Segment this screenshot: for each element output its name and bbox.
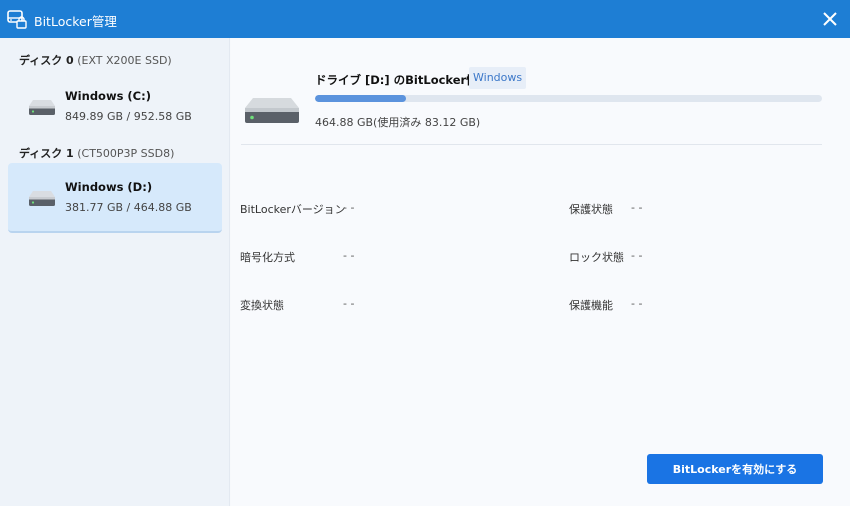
prop-label-conversion-status: 変換状態 [240,299,284,312]
drive-name: Windows (D:) [65,180,153,194]
prop-value-version: - - [343,201,355,214]
divider [241,144,822,145]
title-bar: BitLocker管理 [0,0,850,38]
enable-bitlocker-button[interactable]: BitLockerを有効にする [647,454,823,484]
prop-value-conversion-status: - - [343,297,355,310]
prop-value-protectors: - - [631,297,643,310]
disk-model: (EXT X200E SSD) [77,54,172,67]
drive-size: 381.77 GB / 464.88 GB [65,201,192,214]
drive-lock-icon [7,10,27,29]
prop-value-encryption-method: - - [343,249,355,262]
drive-name: Windows (C:) [65,89,151,103]
prop-value-protection-status: - - [631,201,643,214]
disk-label: ディスク 0 [19,54,74,67]
close-icon[interactable] [818,7,842,31]
prop-label-protectors: 保護機能 [569,299,613,312]
disk-sidebar: ディスク 0 (EXT X200E SSD) Windows (C:) 849.… [0,38,230,506]
usage-progress-fill [315,95,406,102]
disk-label: ディスク 1 [19,147,74,160]
drive-item-c[interactable]: Windows (C:) 849.89 GB / 952.58 GB [8,72,222,142]
prop-label-lock-status: ロック状態 [569,251,624,264]
drive-size: 849.89 GB / 952.58 GB [65,110,192,123]
drive-icon [29,191,55,206]
drive-info-title: ドライブ [D:] のBitLocker情報 [315,73,490,87]
drive-icon [245,98,299,123]
bitlocker-info-panel: ドライブ [D:] のBitLocker情報 Windows 464.88 GB… [231,38,850,506]
window-title: BitLocker管理 [34,14,117,29]
prop-label-protection-status: 保護状態 [569,203,613,216]
prop-label-version: BitLockerバージョン [240,203,346,216]
prop-label-encryption-method: 暗号化方式 [240,251,295,264]
disk-header-1: ディスク 1 (CT500P3P SSD8) [19,145,174,161]
drive-item-d[interactable]: Windows (D:) 381.77 GB / 464.88 GB [8,163,222,233]
os-badge: Windows [469,67,527,89]
drive-icon [29,100,55,115]
usage-progress-bar [315,95,822,102]
disk-header-0: ディスク 0 (EXT X200E SSD) [19,52,172,68]
prop-value-lock-status: - - [631,249,643,262]
usage-text: 464.88 GB(使用済み 83.12 GB) [315,116,481,129]
disk-model: (CT500P3P SSD8) [77,147,175,160]
